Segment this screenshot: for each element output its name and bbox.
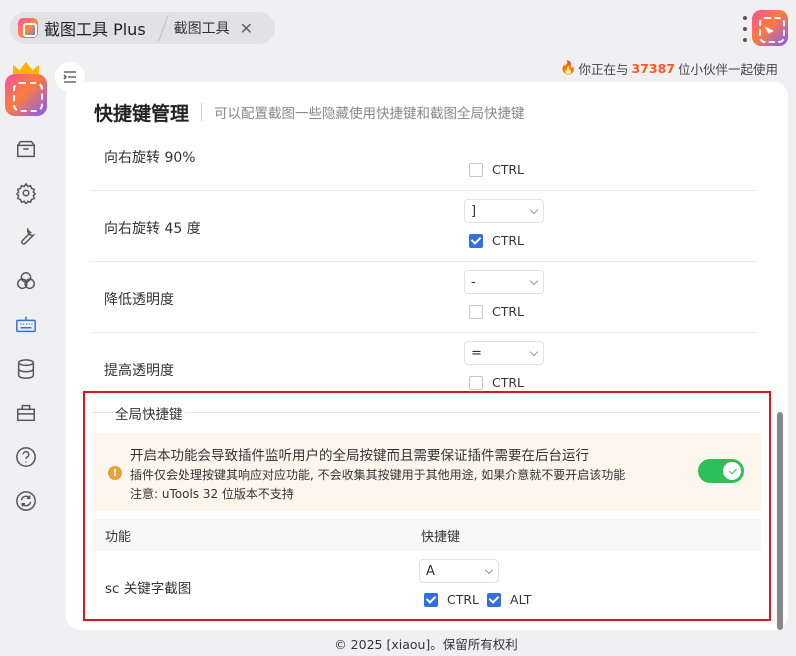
app-logo-icon[interactable] [752,10,788,46]
tab-label: 截图工具 Plus [44,20,146,39]
shortcut-label: 向右旋转 45 度 [104,221,201,237]
app-logo-icon [5,74,47,116]
usage-prefix: 你正在与 [578,62,629,77]
key-select[interactable]: ] [464,199,544,223]
fire-icon: 🔥 [560,61,577,76]
ctrl-checkbox[interactable] [469,304,483,319]
help-icon[interactable] [14,445,38,469]
database-icon[interactable] [14,357,38,381]
section-title: 全局快捷键 [113,403,185,423]
ctrl-checkbox-group[interactable]: CTRL [469,162,532,177]
tab-bar: 截图工具 Plus 截图工具 ✕ [10,12,276,44]
app-logo-icon [18,18,38,38]
ctrl-label: CTRL [447,592,480,607]
check-icon [729,466,737,475]
package-icon[interactable] [14,137,38,161]
warning-text: 开启本功能会导致插件监听用户的全局按键而且需要保证插件需要在后台运行 [130,448,589,464]
ctrl-checkbox[interactable] [469,162,483,177]
sidebar-logo[interactable] [5,62,47,118]
key-select-value: ] [471,203,477,219]
shortcut-label: sc 关键字截图 [105,581,192,597]
chevron-down-icon [484,565,494,574]
alt-label: ALT [510,592,532,607]
ctrl-checkbox-group[interactable]: CTRL [469,233,532,248]
chevron-down-icon [529,347,539,356]
key-select[interactable]: - [464,270,544,294]
ctrl-checkbox-group[interactable]: CTRL [469,375,532,390]
toolbox-icon[interactable] [14,401,38,425]
modifier-checkbox-group: CTRL ALT [424,592,539,607]
keyboard-icon[interactable] [14,313,38,337]
warning-alert: ! 开启本功能会导致插件监听用户的全局按键而且需要保证插件需要在后台运行 插件仅… [93,433,761,511]
more-menu-icon[interactable] [742,16,748,42]
shortcut-row: 降低透明度 - CTRL [90,262,757,333]
usage-suffix: 位小伙伴一起使用 [677,62,778,77]
ctrl-label: CTRL [492,304,525,319]
close-icon[interactable]: ✕ [240,19,253,38]
global-shortcut-toggle[interactable] [698,459,744,483]
divider [201,103,203,121]
ctrl-checkbox[interactable] [469,233,483,248]
divider [93,412,761,413]
chevron-down-icon [529,276,539,285]
shortcut-label: 降低透明度 [104,292,174,308]
chevron-down-icon [529,205,539,214]
key-select[interactable]: = [464,341,544,365]
tab-label: 截图工具 [173,21,230,37]
shortcut-label: 提高透明度 [104,363,174,379]
footer-copyright: © 2025 [xiaou]。保留所有权利 [334,637,518,652]
key-select-value: A [426,563,435,579]
ctrl-checkbox-group[interactable]: CTRL [469,304,532,319]
column-header-shortcut: 快捷键 [421,530,461,545]
page-description: 可以配置截图一些隐藏使用快捷键和截图全局快捷键 [214,106,525,122]
tab-screenshot[interactable]: 截图工具 ✕ [158,12,265,44]
card-header: 快捷键管理 可以配置截图一些隐藏使用快捷键和截图全局快捷键 [66,82,788,142]
ctrl-label: CTRL [492,375,525,390]
ctrl-label: CTRL [492,162,525,177]
usage-banner: 🔥 你正在与 37387 位小伙伴一起使用 [560,59,778,78]
scrollbar[interactable] [777,412,783,630]
ctrl-checkbox[interactable] [469,375,483,390]
settings-icon[interactable] [14,181,38,205]
key-select-value: - [471,274,476,290]
key-select-value: = [471,345,482,361]
warning-text: 注意: uTools 32 位版本不支持 [130,487,294,501]
tab-screenshot-plus[interactable]: 截图工具 Plus [10,12,158,44]
usage-count: 37387 [631,61,675,76]
ctrl-label: CTRL [492,233,525,248]
warning-text: 插件仅会处理按键其响应对应功能, 不会收集其按键用于其他用途, 如果介意就不要开… [130,468,626,482]
shortcut-row: 向右旋转 45 度 ] CTRL [90,191,757,262]
shortcut-list: 向右旋转 90% CTRL 向右旋转 45 度 ] CTRL 降低透明度 - C… [90,120,757,404]
key-select[interactable]: A [419,559,499,583]
ctrl-checkbox[interactable] [424,592,438,607]
warning-icon: ! [108,466,122,480]
wrench-icon[interactable] [14,225,38,249]
shortcut-label: 向右旋转 90% [104,150,196,166]
color-circles-icon[interactable] [14,269,38,293]
column-header-function: 功能 [105,530,132,545]
page-title: 快捷键管理 [94,102,190,125]
table-header: 功能 快捷键 [93,519,761,551]
sync-icon[interactable] [14,489,38,513]
alt-checkbox[interactable] [487,592,502,607]
global-shortcut-section: 全局快捷键 ! 开启本功能会导致插件监听用户的全局按键而且需要保证插件需要在后台… [83,391,771,621]
